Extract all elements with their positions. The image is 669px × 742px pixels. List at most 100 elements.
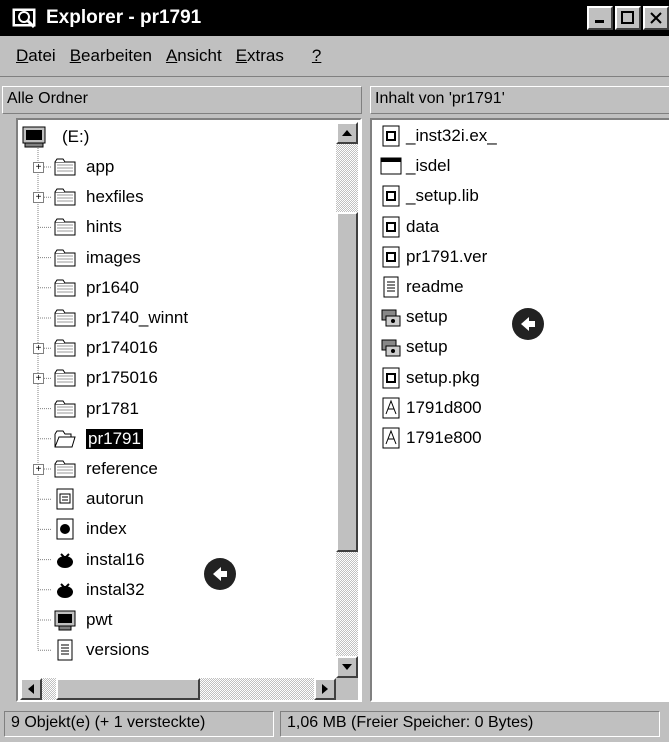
menu-datei[interactable]: Datei [0, 46, 63, 66]
tree-item-label: index [86, 519, 127, 539]
file-item[interactable]: 1791e800 [380, 424, 482, 452]
window-title: Explorer - pr1791 [46, 7, 202, 28]
vertical-scrollbar[interactable] [336, 122, 358, 678]
file-item-label: setup [406, 337, 448, 357]
tree-item-instal32[interactable]: instal32 [54, 577, 145, 603]
status-object-count: 9 Objekt(e) (+ 1 versteckte) [4, 711, 274, 737]
tree-item-label: hints [86, 217, 122, 237]
scroll-down-button[interactable] [336, 656, 358, 678]
folder-icon [54, 188, 76, 206]
installer-icon [57, 552, 73, 568]
horizontal-scrollbar[interactable] [20, 678, 336, 700]
window-file-icon [380, 157, 402, 175]
scroll-up-button[interactable] [336, 122, 358, 144]
tree-item-label: pr175016 [86, 368, 158, 388]
file-item[interactable]: _setup.lib [380, 182, 479, 210]
file-item[interactable]: setup [380, 303, 448, 331]
tree-root-drive[interactable]: (E:) [22, 124, 89, 150]
file-item[interactable]: data [380, 213, 439, 241]
folder-icon [54, 218, 76, 236]
horizontal-scroll-thumb[interactable] [56, 678, 200, 700]
tree-item-hexfiles[interactable]: hexfiles [54, 184, 144, 210]
menu-bar: Datei Bearbeiten Ansicht Extras ? [0, 36, 669, 77]
close-button[interactable] [643, 6, 669, 30]
tree-item-label: images [86, 247, 141, 267]
tree-item-pr1740-winnt[interactable]: pr1740_winnt [54, 305, 188, 331]
minimize-button[interactable] [587, 6, 613, 30]
file-item-label: _isdel [406, 156, 451, 176]
expand-icon[interactable]: + [33, 192, 44, 204]
file-item[interactable]: readme [380, 273, 464, 301]
tree-item-label: pr174016 [86, 338, 158, 358]
arrow-marker-icon [204, 558, 236, 590]
folder-icon [54, 279, 76, 297]
tree-item-images[interactable]: images [54, 245, 141, 271]
menu-help[interactable]: ? [305, 46, 328, 66]
arrow-down-icon [342, 664, 352, 670]
file-item-label: setup.pkg [406, 367, 480, 387]
folder-icon [54, 400, 76, 418]
tree-item-app[interactable]: app [54, 154, 114, 180]
file-item-label: data [406, 216, 440, 236]
scroll-right-button[interactable] [314, 678, 336, 700]
expand-icon[interactable]: + [33, 343, 44, 355]
menu-ansicht[interactable]: Ansicht [159, 46, 229, 66]
file-item[interactable]: _inst32i.ex_ [380, 122, 497, 150]
exe-file-icon [382, 246, 400, 268]
file-item-label: pr1791.ver [406, 246, 488, 266]
file-item-label: _inst32i.ex_ [406, 126, 497, 145]
tree-item-label: pr1791 [86, 428, 143, 449]
tree-item-reference[interactable]: reference [54, 456, 158, 482]
exe-file-icon [382, 216, 400, 238]
file-list[interactable]: _inst32i.ex_ _isdel _setup.libdata pr1791.v… [370, 118, 669, 702]
tree-item-label: reference [86, 459, 158, 478]
exe-file-icon [382, 185, 400, 207]
minimize-icon [595, 20, 604, 23]
tree-item-pr174016[interactable]: pr174016 [54, 335, 158, 361]
file-item[interactable]: pr1791.ver [380, 243, 487, 271]
expand-icon[interactable]: + [33, 464, 44, 475]
menu-bearbeiten[interactable]: Bearbeiten [63, 46, 159, 66]
file-item[interactable]: setup [380, 333, 448, 361]
tree-item-pr1791[interactable]: pr1791 [54, 426, 143, 452]
file-item-label: _setup.lib [406, 186, 479, 206]
menu-extras[interactable]: Extras [229, 46, 291, 66]
scroll-left-button[interactable] [20, 678, 42, 700]
tree-item-label: pr1740_winnt [86, 308, 189, 327]
expand-icon[interactable]: + [33, 162, 44, 173]
folder-icon [54, 309, 76, 327]
explorer-icon [12, 8, 36, 29]
arrow-left-icon [28, 684, 34, 694]
installer-icon [57, 583, 73, 598]
file-item[interactable]: _isdel [380, 152, 450, 180]
tree-item-pr1781[interactable]: pr1781 [54, 396, 139, 422]
folder-icon [54, 460, 76, 478]
title-bar[interactable]: Explorer - pr1791 [0, 0, 669, 36]
tree-item-versions[interactable]: versions [54, 637, 149, 663]
tree-item-label: app [86, 157, 115, 176]
expand-icon[interactable]: + [33, 373, 44, 385]
close-icon [650, 12, 662, 24]
arrow-right-icon [322, 684, 328, 694]
setup-icon [381, 309, 401, 327]
tree-item-pr1640[interactable]: pr1640 [54, 275, 139, 301]
tree-item-pwt[interactable]: pwt [54, 607, 112, 633]
right-pane-header: Inhalt von 'pr1791' [370, 86, 669, 114]
status-disk-size: 1,06 MB (Freier Speicher: 0 Bytes) [280, 711, 660, 737]
text-file-icon [57, 639, 73, 661]
file-item[interactable]: 1791d800 [380, 394, 482, 422]
tree-item-label: hexfiles [86, 187, 144, 207]
tree-item-hints[interactable]: hints [54, 214, 122, 240]
tree-item-index[interactable]: index [54, 516, 127, 542]
tree-item-instal16[interactable]: instal16 [54, 547, 145, 573]
maximize-button[interactable] [615, 6, 641, 30]
tree-item-autorun[interactable]: autorun [54, 486, 144, 512]
tree-item-pr175016[interactable]: pr175016 [54, 365, 158, 391]
scroll-thumb[interactable] [336, 212, 358, 552]
file-item[interactable]: setup.pkg [380, 364, 480, 392]
folder-icon [54, 339, 76, 357]
exe-file-icon [382, 125, 400, 147]
drive-icon [22, 126, 46, 148]
folder-tree[interactable]: (E:) app + hexfiles + hints images pr1640 pr174… [16, 118, 362, 702]
folder-icon [54, 158, 76, 176]
